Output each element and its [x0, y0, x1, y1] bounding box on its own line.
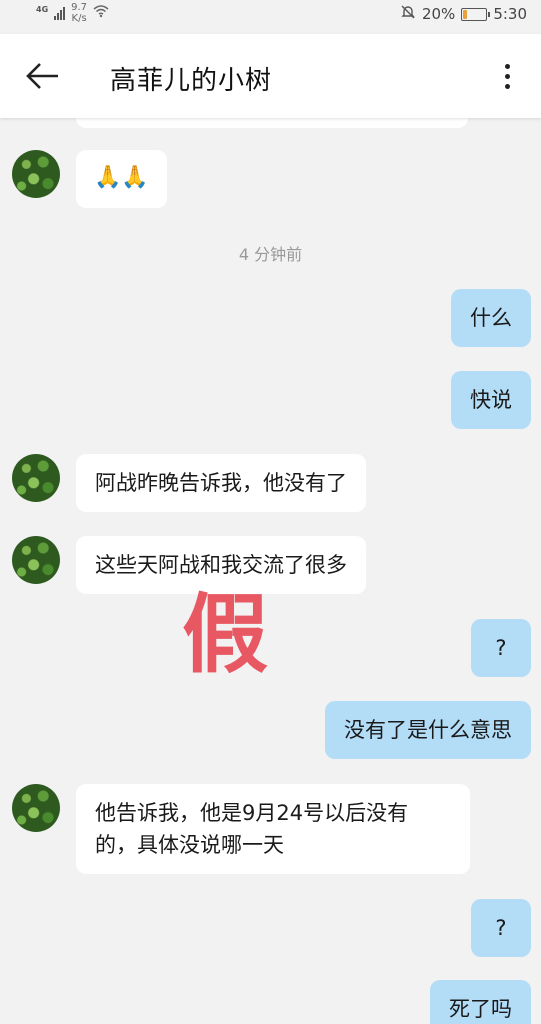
contact-avatar[interactable]: [12, 784, 60, 832]
signal-icon: [54, 6, 66, 20]
more-options-button[interactable]: [493, 58, 523, 94]
more-dot-icon: [505, 84, 510, 89]
contact-avatar[interactable]: [12, 536, 60, 584]
message-bubble-outgoing[interactable]: ?: [471, 619, 531, 677]
message-bubble-incoming[interactable]: 他告诉我，他是9月24号以后没有 的，具体没说哪一天: [76, 784, 470, 874]
message-bubble-incoming[interactable]: 🙏🙏: [76, 150, 167, 208]
message-bubble-outgoing[interactable]: 没有了是什么意思: [325, 701, 531, 759]
mute-icon: [400, 4, 416, 24]
battery-percent: 20%: [421, 5, 456, 23]
speed-value: 9.7: [71, 2, 88, 13]
message-bubble-outgoing[interactable]: ?: [471, 899, 531, 957]
watermark-stamp: 假: [182, 585, 268, 685]
chat-area[interactable]: 🙏🙏 4 分钟前 什么 快说 阿战昨晚告诉我，他没有了 这些天阿战和我交流了很多…: [0, 118, 541, 1024]
message-bubble-outgoing[interactable]: 什么: [451, 289, 531, 347]
status-left: 4G 9.7 K/s: [36, 2, 109, 24]
wifi-icon: [93, 4, 109, 22]
message-bubble-incoming[interactable]: 阿战昨晚告诉我，他没有了: [76, 454, 366, 512]
message-line: 的，具体没说哪一天: [95, 833, 284, 857]
more-dot-icon: [505, 64, 510, 69]
more-dot-icon: [505, 74, 510, 79]
message-bubble-partial: [76, 118, 468, 128]
contact-avatar[interactable]: [12, 150, 60, 198]
contact-avatar[interactable]: [12, 454, 60, 502]
network-type: 4G: [36, 5, 49, 14]
message-bubble-outgoing[interactable]: 死了吗: [430, 980, 531, 1024]
chat-header: 高菲儿的小树: [0, 34, 541, 118]
back-button[interactable]: [20, 58, 64, 94]
clock: 5:30: [493, 5, 527, 23]
status-right: 20% 5:30: [400, 4, 527, 24]
message-line: 他告诉我，他是9月24号以后没有: [95, 801, 409, 825]
page-title: 高菲儿的小树: [110, 66, 273, 96]
status-bar: 4G 9.7 K/s 20% 5:30: [0, 0, 541, 30]
timestamp: 4 分钟前: [238, 245, 303, 264]
arrow-left-icon: [26, 63, 58, 89]
speed-unit: K/s: [71, 13, 87, 24]
message-bubble-outgoing[interactable]: 快说: [451, 371, 531, 429]
battery-icon: [461, 7, 491, 21]
battery-fill: [463, 9, 468, 19]
network-speed: 9.7 K/s: [71, 2, 87, 24]
